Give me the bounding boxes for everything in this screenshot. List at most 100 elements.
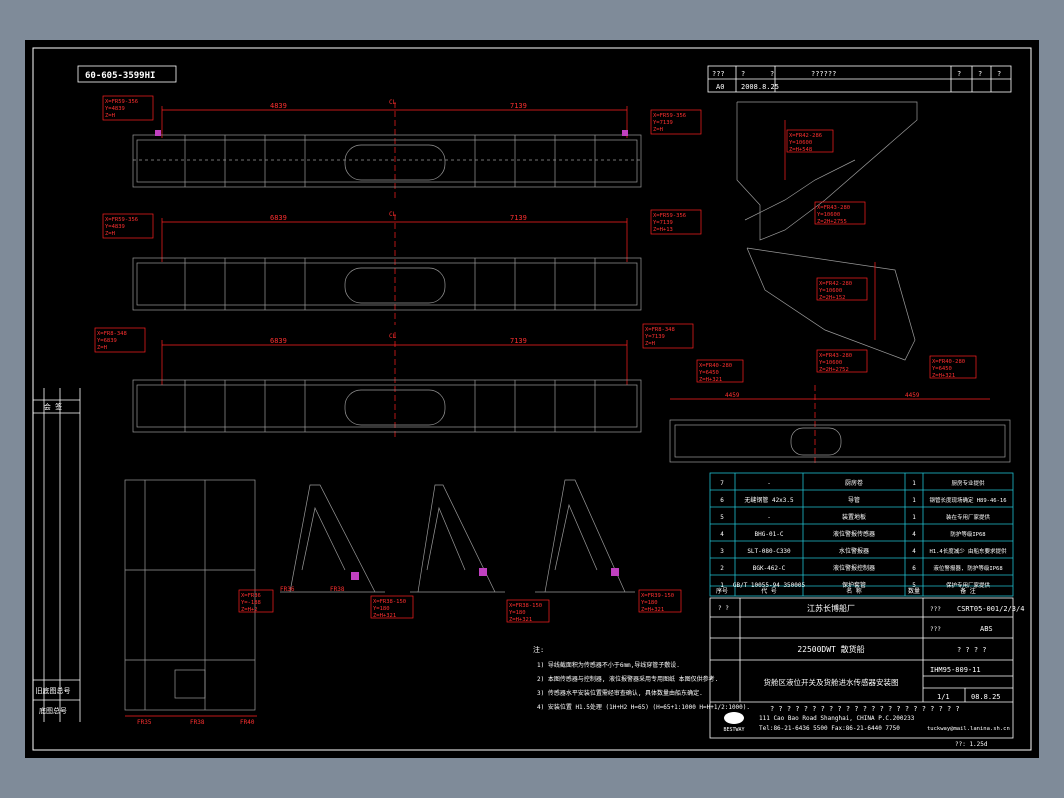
parts-cell: BGK-462-C (753, 565, 786, 572)
bestway-logo-icon (724, 712, 744, 724)
callout-5-y: Y=6839 (97, 338, 117, 344)
dim-4-left: 4459 (725, 392, 740, 399)
parts-head-name: 名 称 (846, 587, 862, 595)
callout-13-y: Y=-188 (241, 600, 261, 606)
callout-4-x: X=FR59-356 (653, 213, 686, 219)
frame-label-2: FR38 (190, 719, 205, 726)
company-phone: Tel:86-21-6436 5500 Fax:86-21-6440 7750 (759, 725, 900, 732)
dim-2-left: 6839 (270, 214, 287, 222)
parts-cell: 4 (720, 531, 724, 538)
callout-6-x: X=FR8-348 (645, 327, 675, 333)
callout-16-x: X=FR39-150 (641, 593, 674, 599)
strip-label-base: 底图总号 (39, 706, 67, 715)
callout-14-y: Y=180 (373, 606, 390, 612)
parts-cell: 6 (912, 565, 916, 572)
parts-rows: 7 - 厨房卷 1 厨房专业提供 6 无缝钢管 42x3.5 导管 1 钢管长度现场确定 H89-… (720, 479, 1007, 589)
rev-head-4: ?????? (811, 70, 836, 78)
dim-2-cl: CL (389, 211, 397, 218)
parts-cell: 无缝钢管 42x3.5 (744, 496, 794, 504)
dim-3-left: 6839 (270, 337, 287, 345)
parts-cell: 装置地板 (842, 513, 866, 521)
parts-cell: 液位警报控制器 (833, 564, 875, 572)
notes: 注: 1) 导线截面积为传感器不小于6mm,导线穿管子敷设. 2) 本图传感器与… (533, 645, 750, 711)
callout-2-z: Z=H (653, 127, 663, 133)
code2-label: ??? (930, 626, 941, 633)
callout-11-z: Z=H+321 (699, 377, 722, 383)
callout-6-y: Y=7139 (645, 334, 665, 340)
code1-label: ??? (930, 606, 941, 613)
note-1: 1) 导线截面积为传感器不小于6mm,导线穿管子敷设. (537, 661, 680, 669)
callout-15-z: Z=H+321 (509, 617, 532, 623)
callout-10-z: Z=2H+2752 (819, 367, 849, 373)
callout-4-y: Y=7139 (653, 220, 673, 226)
callout-12-y: Y=6450 (932, 366, 952, 372)
parts-cell: 导管 (848, 496, 860, 504)
parts-cell: 厨房卷 (845, 479, 863, 487)
dim-3-cl: CL (389, 333, 397, 340)
callout-12-x: X=FR40-280 (932, 359, 965, 365)
parts-cell: - (767, 480, 771, 487)
frame-label-3: FR40 (240, 719, 255, 726)
callout-7-y: Y=10600 (789, 140, 812, 146)
parts-cell: 装在专用厂家提供 (946, 513, 991, 521)
callout-5-x: X=FR8-348 (97, 331, 127, 337)
hull-detail-upper: X=FR42-286 Y=10600 Z=H+548 X=FR43-280 Y=… (736, 101, 918, 241)
ship-right: ? ? ? ? (957, 646, 987, 654)
dim-1-cl: CL (389, 99, 397, 106)
callout-2-x: X=FR59-356 (653, 113, 686, 119)
rev-head-7: ? (997, 70, 1001, 78)
callout-1-z: Z=H (105, 113, 115, 119)
ship-name: 22500DWT 散货船 (797, 644, 864, 654)
company-address: 111 Cao Bao Road Shanghai, CHINA P.C.200… (759, 715, 915, 722)
rev-head-1: ??? (712, 70, 725, 78)
callout-14-x: X=FR38-150 (373, 599, 406, 605)
callout-13-x: X=FR36 (241, 593, 261, 599)
title-block: ? ? 江苏长博船厂 ??? CSRT05-001/2/3/4 ??? ABS … (709, 597, 1024, 748)
parts-cell: 5 (720, 514, 724, 521)
dim-1-right: 7139 (510, 102, 527, 110)
callout-9-z: Z=2H+152 (819, 295, 846, 301)
rev-head-5: ? (957, 70, 961, 78)
parts-cell: 4 (912, 548, 916, 555)
parts-cell: 水位警报器 (839, 547, 869, 555)
parts-cell: 液位警报器, 防护等级IP68 (933, 564, 1002, 572)
notes-title: 注: (533, 645, 544, 654)
note-4: 4) 安装位置 H1.5处理 (1H+H2 H=65) (H=65+1:1000… (537, 703, 750, 711)
dim-4-right: 4459 (905, 392, 920, 399)
frame-label-4: FR36 (280, 586, 295, 593)
rev-head-6: ? (978, 70, 982, 78)
parts-cell: 1 (912, 497, 916, 504)
note-2: 2) 本图传感器与控制器, 液位报警器采用专用图纸 本图仅供参考. (537, 675, 718, 683)
callout-4-z: Z=H+13 (653, 227, 673, 233)
code1: CSRT05-001/2/3/4 (957, 605, 1024, 613)
parts-cell: 4 (912, 531, 916, 538)
hull-detail-lower: X=FR42-280 Y=10600 Z=2H+152 X=FR43-280 Y… (746, 247, 916, 373)
code2: ABS (980, 625, 993, 633)
address-placeholder: ? ? ? ? ? ? ? ? ? ? ? ? ? ? ? ? ? ? ? ? … (770, 705, 960, 713)
callout-3-z: Z=H (105, 231, 115, 237)
callout-3-y: Y=4839 (105, 224, 125, 230)
callout-9-x: X=FR42-280 (819, 281, 852, 287)
parts-cell: 防护等级IP68 (950, 530, 985, 538)
parts-cell: 液位警报传感器 (833, 530, 875, 538)
callout-2-y: Y=7139 (653, 120, 673, 126)
callout-11-x: X=FR40-280 (699, 363, 732, 369)
callout-1-x: X=FR59-356 (105, 99, 138, 105)
drawing-number: IHM95-809-11 (930, 666, 981, 674)
drawing-title: 货舱区液位开关及货舱进水传感器安装图 (764, 677, 899, 687)
callout-13-z: Z=H+2 (241, 607, 258, 613)
company-name: 江苏长博船厂 (807, 603, 855, 613)
parts-cell: 钢管长度现场确定 H89-46-16 (929, 496, 1006, 504)
parts-cell: 1 (912, 480, 916, 487)
company-email: tuckway@mail.lanina.sh.cn (927, 726, 1010, 732)
parts-head-code: 代 号 (761, 587, 777, 595)
drawing-date: 08.8.25 (971, 693, 1001, 701)
callout-3-x: X=FR59-356 (105, 217, 138, 223)
parts-cell: 2 (720, 565, 724, 572)
parts-cell: 1 (912, 514, 916, 521)
drawing-number-top: 60-605-3599HI (85, 71, 155, 81)
callout-7-x: X=FR42-286 (789, 133, 822, 139)
plan-view: FR35 FR38 FR40 X=FR36 Y=-188 Z=H+2 (124, 479, 274, 726)
parts-head-remark: 备 注 (960, 587, 976, 595)
section-view-3: 6839 7139 CL X=FR8-348 Y=6839 Z=H X=FR8-… (94, 323, 694, 440)
